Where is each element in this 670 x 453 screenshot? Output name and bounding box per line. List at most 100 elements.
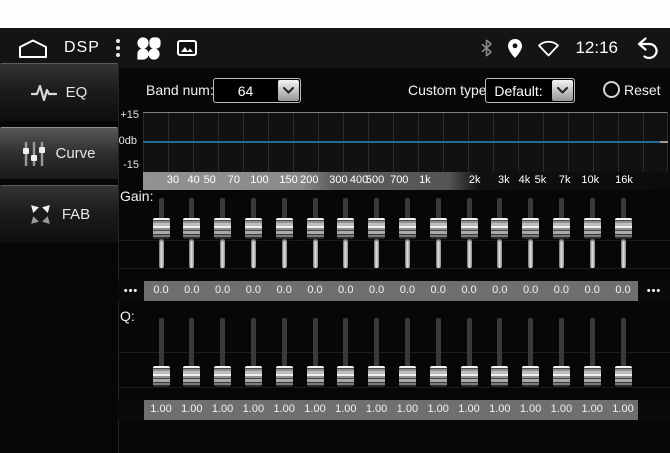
- q-value: 1.00: [181, 403, 202, 415]
- gain-slider-thumb[interactable]: [553, 218, 570, 239]
- gain-slider[interactable]: [368, 198, 385, 268]
- gain-slider[interactable]: [307, 198, 324, 268]
- gain-slider[interactable]: [615, 198, 632, 268]
- q-slider-thumb[interactable]: [276, 366, 293, 387]
- q-slider-thumb[interactable]: [461, 366, 478, 387]
- slider-track-filled: [621, 239, 626, 268]
- gain-slider-thumb[interactable]: [615, 218, 632, 239]
- q-value: 1.00: [520, 403, 541, 415]
- q-slider[interactable]: [245, 318, 262, 388]
- three-dot-menu-icon[interactable]: [116, 39, 120, 57]
- gain-slider[interactable]: [522, 198, 539, 268]
- q-slider[interactable]: [584, 318, 601, 388]
- freq-label: 4k: [519, 174, 531, 186]
- back-icon[interactable]: [633, 37, 660, 59]
- q-slider-thumb[interactable]: [245, 366, 262, 387]
- q-slider[interactable]: [276, 318, 293, 388]
- gain-slider-thumb[interactable]: [245, 218, 262, 239]
- gain-slider[interactable]: [584, 198, 601, 268]
- clock: 12:16: [575, 38, 618, 58]
- gallery-icon[interactable]: [177, 40, 197, 56]
- gain-slider-thumb[interactable]: [183, 218, 200, 239]
- q-slider[interactable]: [214, 318, 231, 388]
- sidebar-item-curve[interactable]: Curve: [0, 127, 118, 179]
- gain-slider[interactable]: [553, 198, 570, 268]
- gain-slider[interactable]: [276, 198, 293, 268]
- custom-type-dropdown[interactable]: Default:: [485, 78, 575, 103]
- gain-value: 0.0: [554, 284, 569, 296]
- q-slider[interactable]: [183, 318, 200, 388]
- gain-slider[interactable]: [461, 198, 478, 268]
- q-slider-thumb[interactable]: [214, 366, 231, 387]
- q-slider-thumb[interactable]: [399, 366, 416, 387]
- q-slider-thumb[interactable]: [522, 366, 539, 387]
- gain-value: 0.0: [492, 284, 507, 296]
- gain-slider-thumb[interactable]: [307, 218, 324, 239]
- freq-label: 2k: [469, 174, 481, 186]
- q-slider[interactable]: [491, 318, 508, 388]
- q-slider[interactable]: [368, 318, 385, 388]
- gain-slider[interactable]: [399, 198, 416, 268]
- freq-label: 7k: [559, 174, 571, 186]
- sidebar-item-eq[interactable]: EQ: [0, 63, 118, 121]
- gain-value: 0.0: [215, 284, 230, 296]
- gain-slider-thumb[interactable]: [461, 218, 478, 239]
- q-slider-thumb[interactable]: [430, 366, 447, 387]
- q-slider[interactable]: [553, 318, 570, 388]
- q-slider[interactable]: [430, 318, 447, 388]
- frequency-axis-strip: 304050701001502003004005007001k2k3k4k5k7…: [143, 172, 670, 190]
- freq-label: 16k: [615, 174, 633, 186]
- slider-track-filled: [590, 239, 595, 268]
- gain-slider[interactable]: [214, 198, 231, 268]
- q-slider-thumb[interactable]: [337, 366, 354, 387]
- q-slider[interactable]: [615, 318, 632, 388]
- freq-label: 1k: [419, 174, 431, 186]
- gain-slider-thumb[interactable]: [337, 218, 354, 239]
- q-slider[interactable]: [461, 318, 478, 388]
- q-slider-thumb[interactable]: [183, 366, 200, 387]
- bluetooth-icon: [480, 39, 493, 57]
- gain-slider-thumb[interactable]: [584, 218, 601, 239]
- freq-label: 70: [228, 174, 240, 186]
- gain-slider-thumb[interactable]: [214, 218, 231, 239]
- slider-track-filled: [282, 239, 287, 268]
- sidebar-item-fab[interactable]: FAB: [0, 185, 118, 243]
- sidebar-item-label: Curve: [55, 145, 95, 162]
- slider-track-filled: [251, 239, 256, 268]
- status-bar: DSP: [0, 28, 670, 68]
- q-slider[interactable]: [153, 318, 170, 388]
- q-slider-thumb[interactable]: [368, 366, 385, 387]
- gain-slider-thumb[interactable]: [522, 218, 539, 239]
- y-axis-label-zero: 0db: [113, 135, 137, 147]
- q-slider-thumb[interactable]: [553, 366, 570, 387]
- gain-slider-thumb[interactable]: [153, 218, 170, 239]
- gain-slider[interactable]: [245, 198, 262, 268]
- gain-slider-thumb[interactable]: [399, 218, 416, 239]
- q-slider[interactable]: [522, 318, 539, 388]
- q-slider-thumb[interactable]: [615, 366, 632, 387]
- home-icon[interactable]: [18, 38, 48, 59]
- reset-radio[interactable]: [603, 81, 620, 98]
- band-num-label: Band num:: [146, 78, 214, 103]
- q-slider[interactable]: [307, 318, 324, 388]
- apps-clover-icon[interactable]: [136, 36, 161, 61]
- gain-slider-thumb[interactable]: [276, 218, 293, 239]
- gain-slider[interactable]: [153, 198, 170, 268]
- q-value: 1.00: [150, 403, 171, 415]
- gain-slider[interactable]: [491, 198, 508, 268]
- gain-value: 0.0: [153, 284, 168, 296]
- gain-slider[interactable]: [183, 198, 200, 268]
- gain-value: 0.0: [431, 284, 446, 296]
- gain-slider-thumb[interactable]: [491, 218, 508, 239]
- gain-slider[interactable]: [430, 198, 447, 268]
- q-slider[interactable]: [399, 318, 416, 388]
- band-num-dropdown[interactable]: 64: [213, 78, 301, 103]
- q-slider-thumb[interactable]: [307, 366, 324, 387]
- gain-slider-thumb[interactable]: [368, 218, 385, 239]
- q-slider-thumb[interactable]: [491, 366, 508, 387]
- q-slider-thumb[interactable]: [584, 366, 601, 387]
- q-slider-thumb[interactable]: [153, 366, 170, 387]
- q-slider[interactable]: [337, 318, 354, 388]
- gain-slider-thumb[interactable]: [430, 218, 447, 239]
- gain-slider[interactable]: [337, 198, 354, 268]
